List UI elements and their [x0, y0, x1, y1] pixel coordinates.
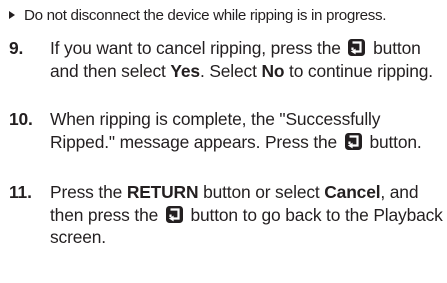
note-line: Do not disconnect the device while rippi…	[9, 6, 445, 25]
note-text: Do not disconnect the device while rippi…	[24, 7, 387, 24]
step-11: 11. Press the RETURN button or select Ca…	[9, 181, 445, 249]
enter-button-icon	[344, 132, 362, 150]
step-number: 9.	[9, 38, 24, 58]
step-text: Press the RETURN button or select Cancel…	[50, 181, 445, 249]
step-text-part: to continue ripping.	[289, 60, 433, 81]
triangle-bullet-icon	[9, 11, 15, 19]
step-text-part: Press the	[50, 182, 123, 202]
enter-button-icon	[165, 205, 183, 223]
step-text: If you want to cancel ripping, press the…	[50, 37, 445, 82]
step-text-part: button or select	[203, 182, 320, 202]
step-text: When ripping is complete, the "Successfu…	[50, 108, 445, 153]
step-text-part: If you want to cancel ripping, press the	[50, 38, 341, 58]
step-number: 10.	[9, 109, 33, 129]
step-9: 9. If you want to cancel ripping, press …	[9, 37, 445, 82]
enter-button-icon	[348, 39, 366, 56]
step-10: 10. When ripping is complete, the "Succe…	[9, 108, 445, 153]
option-yes: Yes	[170, 60, 200, 81]
step-text-part: button.	[369, 131, 422, 152]
step-text-part: . Select	[199, 60, 257, 81]
option-cancel: Cancel	[324, 182, 381, 202]
step-number: 11.	[9, 182, 32, 202]
return-button-label: RETURN	[126, 182, 199, 202]
option-no: No	[261, 60, 285, 81]
step-text-part: When ripping is complete, the "Successfu…	[50, 109, 381, 152]
